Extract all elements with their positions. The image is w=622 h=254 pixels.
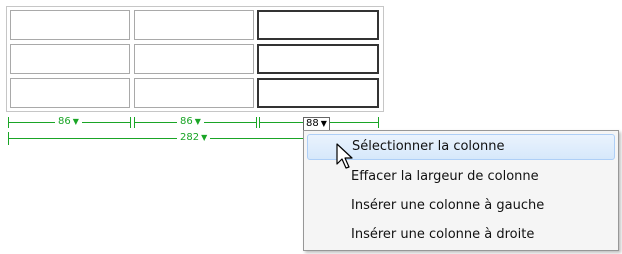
menu-item-insert-column-left[interactable]: Insérer une colonne à gauche [307, 193, 615, 219]
caret-down-icon: ▼ [320, 119, 327, 128]
menu-item-label: Insérer une colonne à gauche [351, 198, 545, 213]
mouse-pointer-icon [336, 143, 353, 169]
table-cell[interactable] [134, 44, 254, 74]
column-width-dropdown-active[interactable]: 88 ▼ [303, 117, 330, 131]
caret-down-icon: ▼ [194, 117, 201, 126]
table-cell[interactable] [10, 44, 130, 74]
column-measure-tick [8, 117, 9, 128]
menu-item-label: Insérer une colonne à droite [351, 227, 535, 242]
menu-item-label: Effacer la largeur de colonne [351, 169, 539, 184]
column-width-label[interactable]: 86 ▼ [177, 116, 204, 128]
column-measure-tick [130, 117, 131, 128]
table-cell[interactable] [134, 10, 254, 40]
column-measure-tick [259, 117, 260, 128]
menu-item-insert-column-right[interactable]: Insérer une colonne à droite [307, 222, 615, 248]
caret-down-icon: ▼ [72, 117, 79, 126]
table-measure-line [8, 138, 303, 139]
caret-down-icon: ▼ [201, 133, 208, 142]
table-cell[interactable] [134, 78, 254, 108]
menu-item-label: Sélectionner la colonne [352, 139, 505, 154]
table-cell[interactable] [10, 10, 130, 40]
table-cell-selected[interactable] [257, 78, 379, 108]
table-width-label[interactable]: 282 ▼ [177, 132, 211, 144]
table-measure-tick [8, 132, 9, 145]
table-grid [6, 6, 384, 112]
table-cell-selected[interactable] [257, 44, 379, 74]
table-cell-selected[interactable] [257, 10, 379, 40]
column-measure-tick [378, 117, 379, 128]
column-width-label[interactable]: 86 ▼ [55, 116, 82, 128]
table-cell[interactable] [10, 78, 130, 108]
column-measure-tick [256, 117, 257, 128]
column-measure-tick [134, 117, 135, 128]
